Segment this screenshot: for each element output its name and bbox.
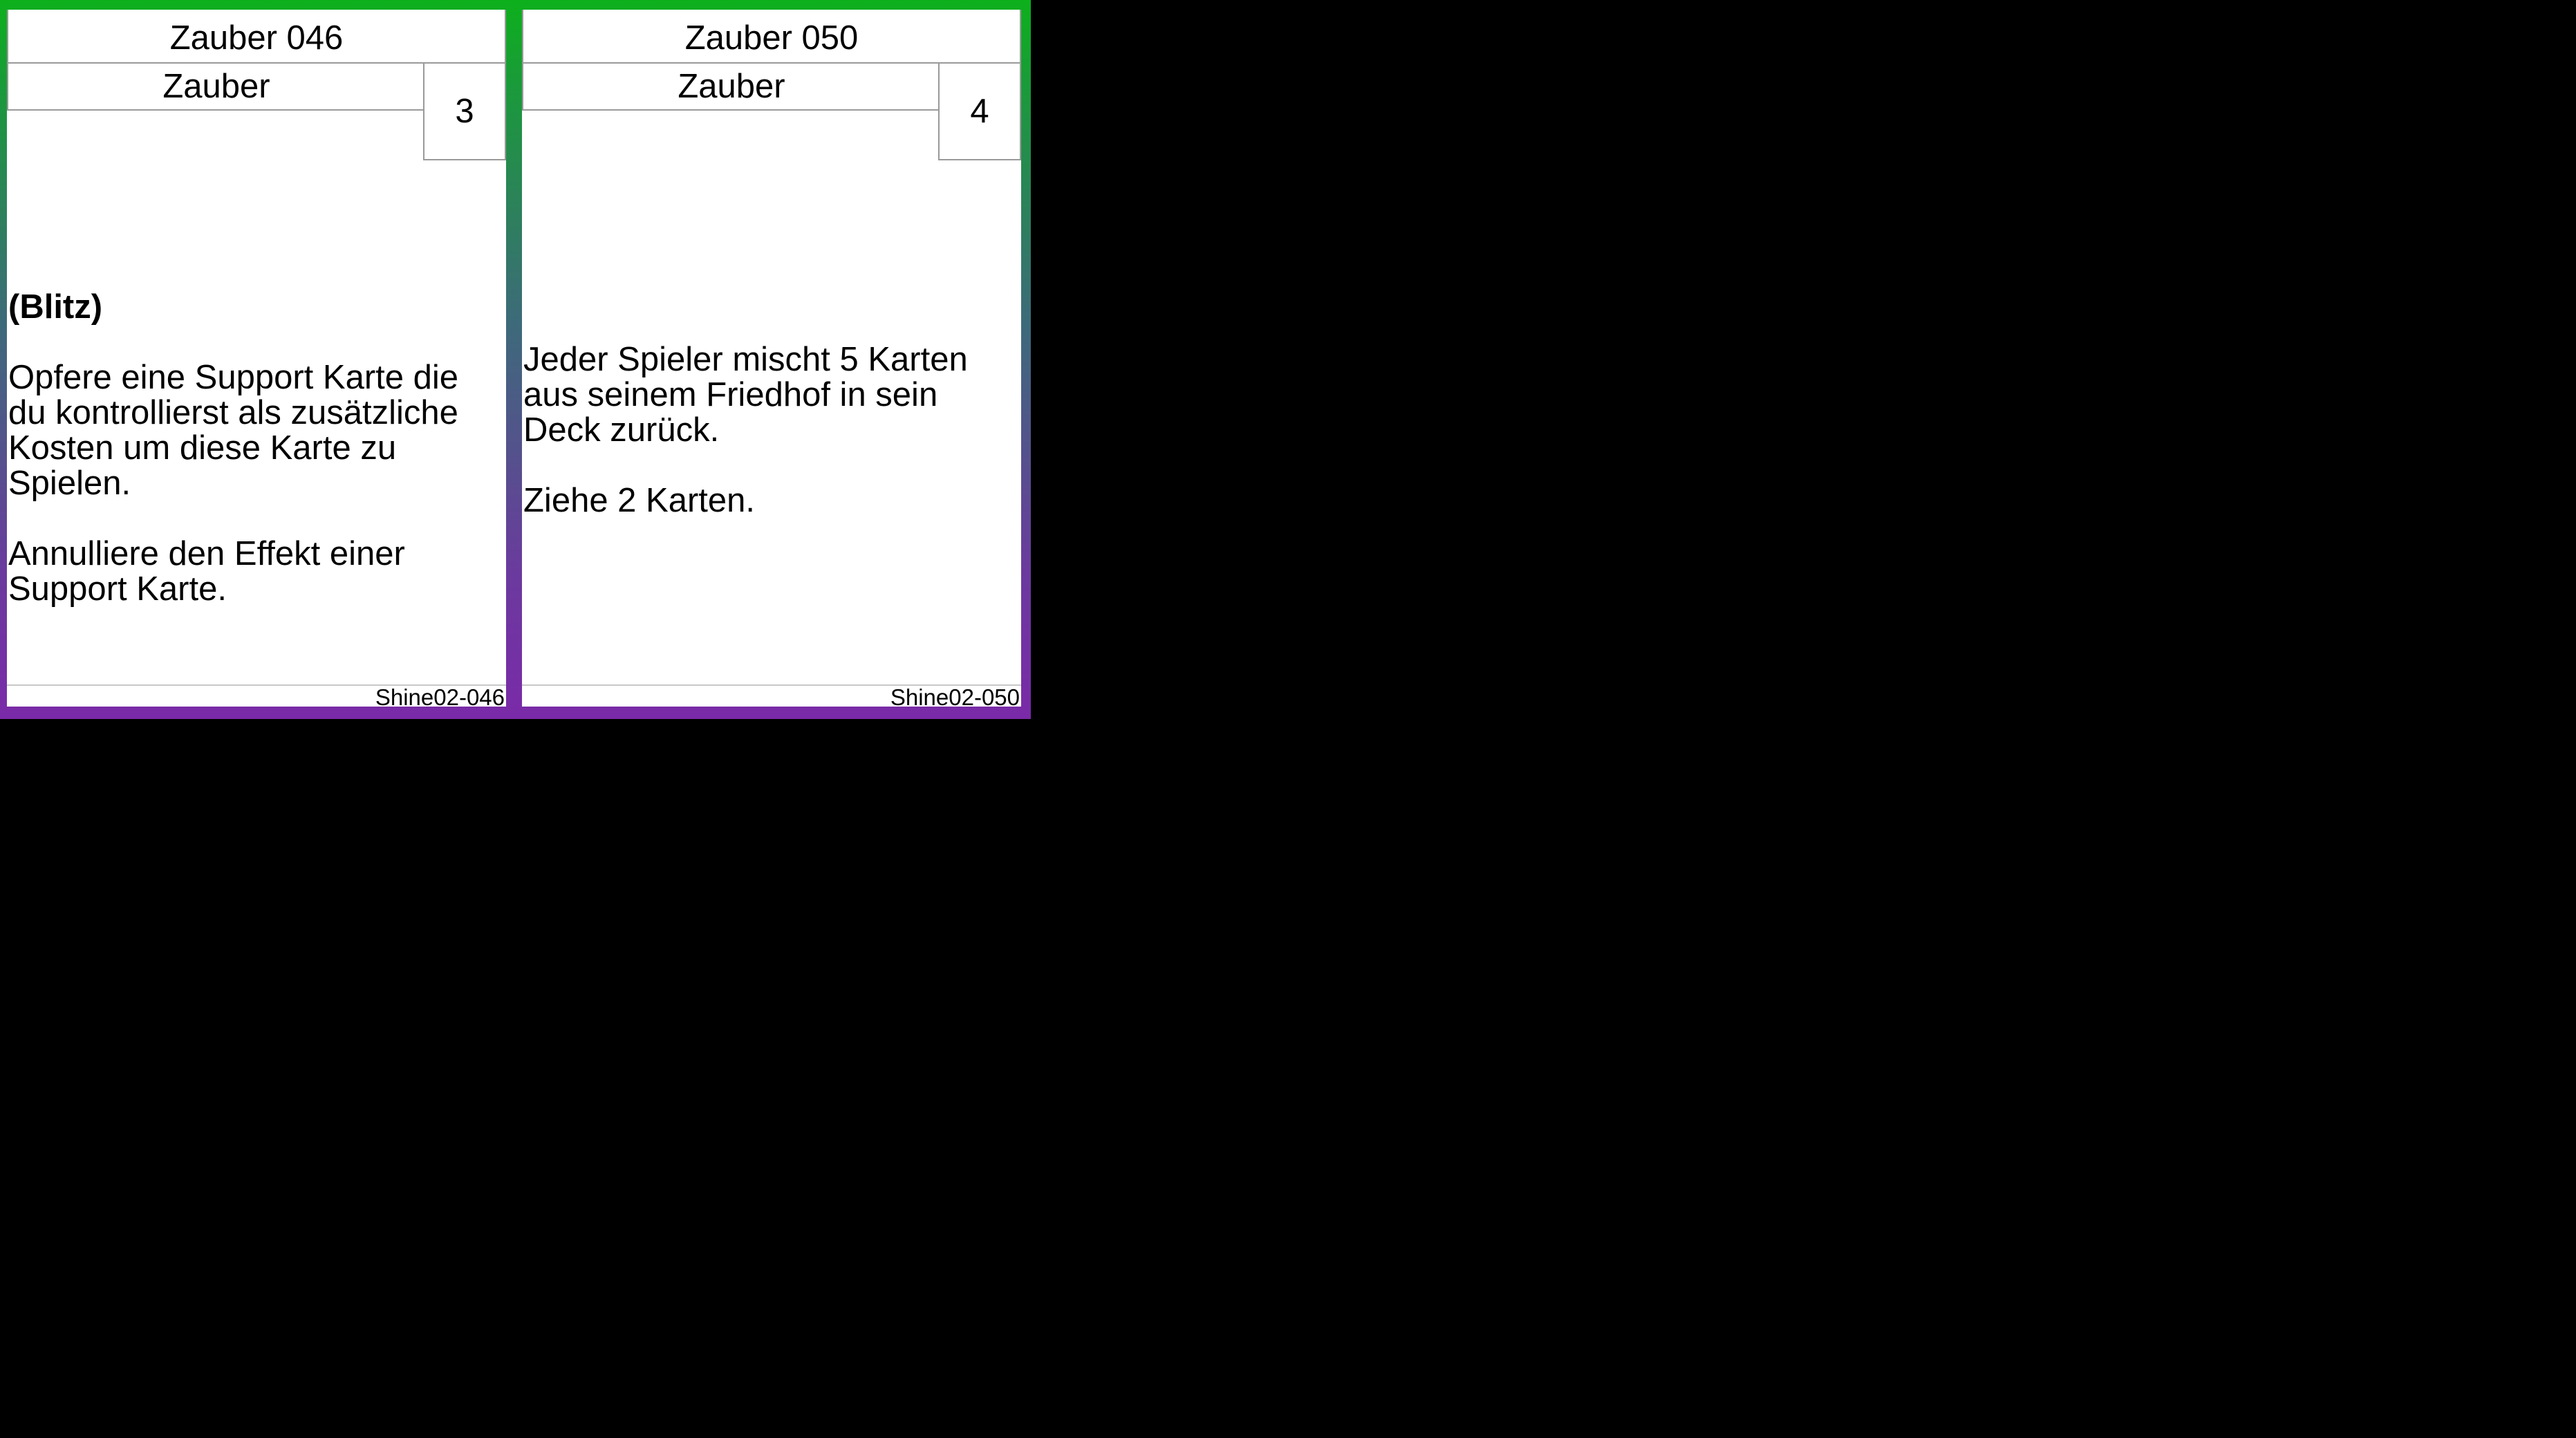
card-code: Shine02-046 [375, 684, 505, 710]
card-type: Zauber [7, 64, 424, 111]
card-title: Zauber 050 [522, 10, 1021, 64]
card-zauber-046[interactable]: Zauber 046 Zauber 3 (Blitz) Opfere eine … [0, 0, 516, 719]
card-face: Zauber 050 Zauber 4 Jeder Spieler mischt… [522, 10, 1021, 710]
card-code: Shine02-050 [890, 684, 1020, 710]
card-title: Zauber 046 [7, 10, 506, 64]
card-text-box: Jeder Spieler mischt 5 Karten aus seinem… [523, 307, 1018, 519]
card-cost: 4 [938, 64, 1021, 160]
card-face: Zauber 046 Zauber 3 (Blitz) Opfere eine … [7, 10, 506, 710]
card-rules-text: Opfere eine Support Karte die du kontrol… [8, 359, 459, 608]
card-type: Zauber [522, 64, 940, 111]
card-cost: 3 [423, 64, 506, 160]
card-text-box: (Blitz) Opfere eine Support Karte die du… [8, 254, 503, 607]
card-keyword: (Blitz) [8, 288, 103, 326]
card-table: Zauber 046 Zauber 3 (Blitz) Opfere eine … [0, 0, 2576, 1438]
card-zauber-050[interactable]: Zauber 050 Zauber 4 Jeder Spieler mischt… [515, 0, 1031, 719]
card-rules-text: Jeder Spieler mischt 5 Karten aus seinem… [523, 341, 968, 519]
